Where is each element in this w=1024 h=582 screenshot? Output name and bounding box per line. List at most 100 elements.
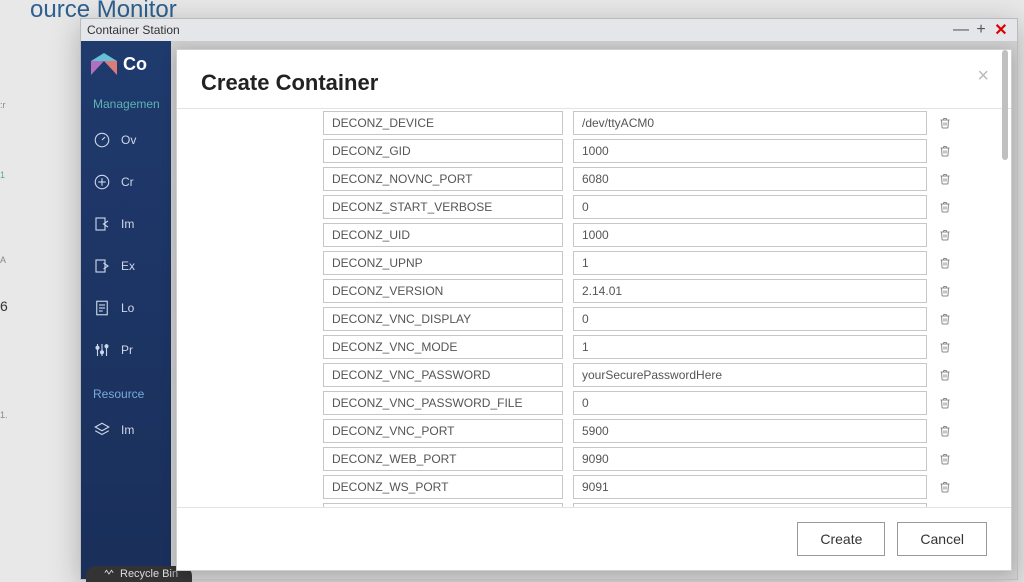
sidebar-item-create[interactable]: Cr	[81, 161, 171, 203]
env-value-input[interactable]	[573, 475, 927, 499]
sidebar-item-import[interactable]: Im	[81, 203, 171, 245]
close-icon[interactable]: ✕	[991, 20, 1011, 40]
sidebar-item-label: Ex	[121, 259, 135, 273]
env-row	[323, 447, 993, 471]
sliders-icon	[93, 341, 111, 359]
sidebar-item-export[interactable]: Ex	[81, 245, 171, 287]
env-row	[323, 223, 993, 247]
env-key-input[interactable]	[323, 223, 563, 247]
env-value-input[interactable]	[573, 139, 927, 163]
create-button[interactable]: Create	[797, 522, 885, 556]
env-value-input[interactable]	[573, 419, 927, 443]
main-area: oplication nstall nstall nstall Create C…	[171, 41, 1017, 579]
env-value-input[interactable]	[573, 251, 927, 275]
trash-icon[interactable]	[937, 200, 953, 214]
env-key-input[interactable]	[323, 447, 563, 471]
sidebar-item-label: Pr	[121, 343, 133, 357]
env-key-input[interactable]	[323, 391, 563, 415]
env-row	[323, 419, 993, 443]
env-key-input[interactable]	[323, 475, 563, 499]
sidebar-item-label: Cr	[121, 175, 134, 189]
trash-icon[interactable]	[937, 116, 953, 130]
stack-icon	[93, 421, 111, 439]
logo-text: Co	[123, 54, 147, 75]
env-row	[323, 307, 993, 331]
create-container-modal: Create Container × Create Cancel	[176, 49, 1012, 571]
env-key-input[interactable]	[323, 251, 563, 275]
env-value-input[interactable]	[573, 111, 927, 135]
env-value-input[interactable]	[573, 391, 927, 415]
env-key-input[interactable]	[323, 195, 563, 219]
sidebar-item-images[interactable]: Im	[81, 409, 171, 451]
sidebar-item-preferences[interactable]: Pr	[81, 329, 171, 371]
sidebar-item-label: Im	[121, 423, 134, 437]
modal-title: Create Container ×	[177, 50, 1011, 109]
titlebar[interactable]: Container Station — + ✕	[81, 19, 1017, 41]
env-row	[323, 251, 993, 275]
env-value-input[interactable]	[573, 335, 927, 359]
trash-icon[interactable]	[937, 480, 953, 494]
trash-icon[interactable]	[937, 144, 953, 158]
env-key-input[interactable]	[323, 167, 563, 191]
env-value-input[interactable]	[573, 195, 927, 219]
trash-icon[interactable]	[937, 256, 953, 270]
logo-cube-icon	[91, 53, 117, 75]
plus-circle-icon	[93, 173, 111, 191]
app-logo: Co	[81, 53, 171, 89]
window-title-text: Container Station	[87, 23, 180, 37]
trash-icon[interactable]	[937, 284, 953, 298]
maximize-icon[interactable]: +	[971, 20, 991, 40]
env-value-input[interactable]	[573, 279, 927, 303]
sidebar: Co Managemen Ov Cr Im Ex Lo	[81, 41, 171, 579]
sidebar-item-label: Im	[121, 217, 134, 231]
env-row	[323, 139, 993, 163]
env-row	[323, 363, 993, 387]
env-key-input[interactable]	[323, 335, 563, 359]
env-value-input[interactable]	[573, 167, 927, 191]
trash-icon[interactable]	[937, 452, 953, 466]
sidebar-item-logs[interactable]: Lo	[81, 287, 171, 329]
app-window: Container Station — + ✕ Co Managemen Ov …	[80, 18, 1018, 580]
sidebar-section-resource: Resource	[81, 371, 171, 409]
modal-body	[177, 109, 1011, 507]
env-var-list	[217, 109, 993, 507]
sidebar-section-management: Managemen	[81, 89, 171, 119]
modal-close-button[interactable]: ×	[971, 64, 995, 89]
env-key-input[interactable]	[323, 363, 563, 387]
env-row	[323, 111, 993, 135]
sidebar-item-label: Ov	[121, 133, 136, 147]
env-key-input[interactable]	[323, 279, 563, 303]
scrollbar[interactable]	[995, 109, 1009, 507]
trash-icon[interactable]	[937, 340, 953, 354]
document-icon	[93, 299, 111, 317]
trash-icon[interactable]	[937, 228, 953, 242]
env-value-input[interactable]	[573, 307, 927, 331]
trash-icon[interactable]	[937, 368, 953, 382]
env-value-input[interactable]	[573, 363, 927, 387]
env-key-input[interactable]	[323, 139, 563, 163]
env-row	[323, 279, 993, 303]
sidebar-item-label: Lo	[121, 301, 134, 315]
import-icon	[93, 215, 111, 233]
export-icon	[93, 257, 111, 275]
sidebar-item-overview[interactable]: Ov	[81, 119, 171, 161]
env-row	[323, 167, 993, 191]
env-key-input[interactable]	[323, 111, 563, 135]
minimize-icon[interactable]: —	[951, 20, 971, 40]
trash-icon[interactable]	[937, 312, 953, 326]
env-row	[323, 335, 993, 359]
env-key-input[interactable]	[323, 419, 563, 443]
env-row	[323, 195, 993, 219]
scrollbar-thumb	[1002, 109, 1008, 160]
env-row	[323, 391, 993, 415]
trash-icon[interactable]	[937, 424, 953, 438]
gauge-icon	[93, 131, 111, 149]
env-key-input[interactable]	[323, 307, 563, 331]
env-value-input[interactable]	[573, 447, 927, 471]
env-value-input[interactable]	[573, 223, 927, 247]
env-row	[323, 475, 993, 499]
trash-icon[interactable]	[937, 396, 953, 410]
bg-rulers: :r 1 A 6 1.	[0, 60, 12, 582]
cancel-button[interactable]: Cancel	[897, 522, 987, 556]
trash-icon[interactable]	[937, 172, 953, 186]
